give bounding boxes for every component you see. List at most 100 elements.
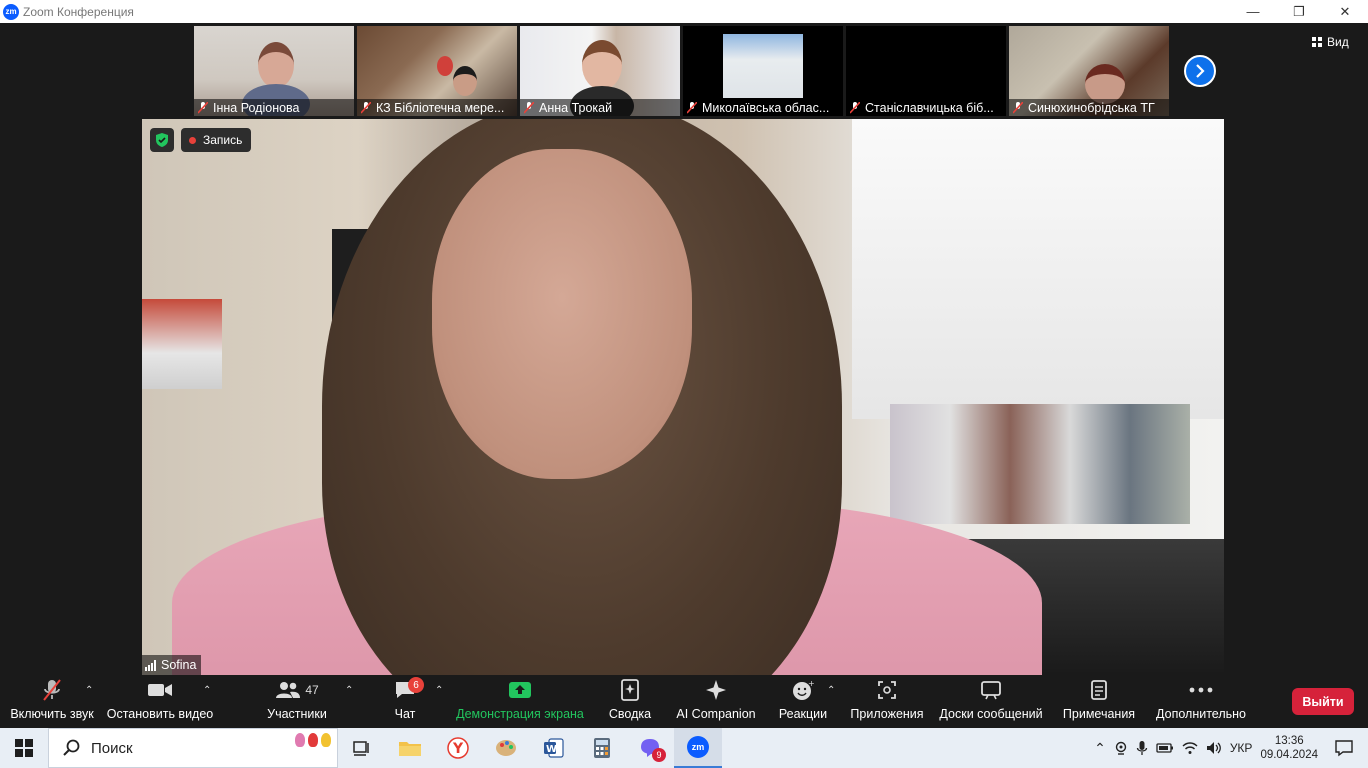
input-language[interactable]: УКР xyxy=(1230,741,1253,755)
more-label: Дополнительно xyxy=(1156,707,1246,721)
mic-muted-icon xyxy=(361,101,371,114)
mic-muted-icon xyxy=(198,101,208,114)
share-screen-button[interactable]: Демонстрация экрана xyxy=(456,675,584,728)
notes-button[interactable]: Примечания xyxy=(1062,675,1136,728)
speaker-name-tag: Sofina xyxy=(142,655,202,675)
zoom-app-button[interactable]: zm xyxy=(674,728,722,768)
close-button[interactable]: ✕ xyxy=(1322,0,1368,23)
leave-button[interactable]: Выйти xyxy=(1292,688,1354,715)
view-button[interactable]: Вид xyxy=(1312,35,1349,49)
zoom-logo-icon: zm xyxy=(3,3,19,20)
sparkle-icon xyxy=(706,680,726,700)
participants-caret-icon[interactable]: ⌃ xyxy=(345,685,353,696)
notes-icon xyxy=(1091,680,1107,700)
unmute-button[interactable]: Включить звук xyxy=(10,675,94,728)
unmute-label: Включить звук xyxy=(10,707,94,721)
restore-button[interactable]: ❐ xyxy=(1276,0,1322,23)
participant-tile[interactable]: Анна Трокай xyxy=(520,26,680,116)
chat-unread-badge: 6 xyxy=(408,677,424,693)
microphone-icon[interactable] xyxy=(1136,740,1148,756)
participant-tile[interactable]: Миколаївська облас... xyxy=(683,26,843,116)
word-icon: W xyxy=(544,738,564,758)
reactions-caret-icon[interactable]: ⌃ xyxy=(827,685,835,696)
word-app-button[interactable]: W xyxy=(530,728,578,768)
participant-tile[interactable]: КЗ Бібліотечна мере... xyxy=(357,26,517,116)
participant-strip: Інна Родіонова КЗ Бібліотечна мере... Ан… xyxy=(194,26,1169,116)
speaker-name: Sofina xyxy=(161,658,197,672)
paint-app-button[interactable] xyxy=(482,728,530,768)
summary-doc-icon xyxy=(621,679,639,701)
clock-time: 13:36 xyxy=(1274,735,1304,747)
tulips-decoration-icon xyxy=(295,733,331,747)
reactions-label: Реакции xyxy=(778,707,828,721)
stop-video-button[interactable]: Остановить видео xyxy=(106,675,214,728)
apps-icon xyxy=(878,681,896,699)
participant-name: Анна Трокай xyxy=(539,100,613,115)
reactions-button[interactable]: + Реакции xyxy=(778,675,828,728)
calculator-app-button[interactable] xyxy=(578,728,626,768)
svg-text:Y: Y xyxy=(452,741,464,757)
people-icon xyxy=(276,682,301,698)
search-icon xyxy=(63,739,80,756)
more-button[interactable]: Дополнительно xyxy=(1156,675,1246,728)
file-explorer-button[interactable] xyxy=(386,728,434,768)
mic-muted-icon xyxy=(1013,101,1023,114)
video-camera-icon xyxy=(148,684,172,696)
speaker-volume-icon[interactable] xyxy=(1206,741,1222,755)
participant-name: Інна Родіонова xyxy=(213,100,300,115)
share-screen-icon xyxy=(509,682,531,698)
yandex-icon: Y xyxy=(447,737,469,759)
recording-indicator[interactable]: Запись xyxy=(181,128,252,152)
taskbar-search-box[interactable]: Поиск xyxy=(48,728,338,768)
chevron-right-icon xyxy=(1196,64,1205,78)
viber-unread-badge: 9 xyxy=(652,748,666,762)
apps-button[interactable]: Приложения xyxy=(850,675,924,728)
smiley-icon: + xyxy=(793,679,814,700)
wifi-icon[interactable] xyxy=(1182,741,1198,755)
participant-name: Станіславчицька біб... xyxy=(865,100,994,115)
encryption-shield-icon[interactable] xyxy=(150,128,174,152)
chat-caret-icon[interactable]: ⌃ xyxy=(435,685,443,696)
meeting-toolbar: Включить звук ⌃ Остановить видео ⌃ 47 Уч… xyxy=(0,675,1368,728)
audio-options-caret-icon[interactable]: ⌃ xyxy=(85,685,93,696)
participants-label: Участники xyxy=(267,707,327,721)
participants-button[interactable]: 47 Участники xyxy=(266,675,328,728)
battery-icon[interactable] xyxy=(1156,742,1174,754)
record-dot-icon xyxy=(189,136,196,144)
show-hidden-icons-chevron-icon[interactable]: ⌃ xyxy=(1094,740,1106,757)
system-clock[interactable]: 13:36 09.04.2024 xyxy=(1260,734,1318,762)
ai-companion-button[interactable]: AI Companion xyxy=(676,675,756,728)
svg-text:+: + xyxy=(808,679,814,688)
task-view-icon xyxy=(353,741,369,756)
window-title: Zoom Конференция xyxy=(23,4,134,19)
active-speaker-video xyxy=(142,119,1224,675)
palette-icon xyxy=(496,740,516,756)
participant-name: Миколаївська облас... xyxy=(702,100,830,115)
next-page-button[interactable] xyxy=(1184,55,1216,87)
participant-tile[interactable]: Інна Родіонова xyxy=(194,26,354,116)
recording-label: Запись xyxy=(203,133,243,147)
video-options-caret-icon[interactable]: ⌃ xyxy=(203,685,211,696)
yandex-browser-button[interactable]: Y xyxy=(434,728,482,768)
whiteboards-label: Доски сообщений xyxy=(939,707,1043,721)
notifications-icon[interactable] xyxy=(1334,739,1354,757)
minimize-button[interactable]: — xyxy=(1230,0,1276,23)
viber-app-button[interactable]: 9 xyxy=(626,728,674,768)
os-taskbar: Поиск Y W 9 zm ⌃ УКР 13:36 09.04.2024 xyxy=(0,728,1368,768)
participant-tile[interactable]: Синюхинобрідська ТГ xyxy=(1009,26,1169,116)
whiteboards-button[interactable]: Доски сообщений xyxy=(938,675,1044,728)
apps-label: Приложения xyxy=(850,707,924,721)
stop-video-label: Остановить видео xyxy=(106,707,214,721)
webcam-icon[interactable] xyxy=(1114,741,1128,755)
mic-muted-icon xyxy=(850,101,860,114)
start-button[interactable] xyxy=(0,728,48,768)
summary-button[interactable]: Сводка xyxy=(608,675,652,728)
summary-label: Сводка xyxy=(608,707,652,721)
participant-tile[interactable]: Станіславчицька біб... xyxy=(846,26,1006,116)
window-titlebar: zm Zoom Конференция — ❐ ✕ xyxy=(0,0,1368,23)
windows-logo-icon xyxy=(15,739,33,757)
task-view-button[interactable] xyxy=(338,728,386,768)
chat-button[interactable]: 6 Чат xyxy=(390,675,424,728)
grid-view-icon xyxy=(1312,37,1322,47)
whiteboard-icon xyxy=(981,681,1001,700)
